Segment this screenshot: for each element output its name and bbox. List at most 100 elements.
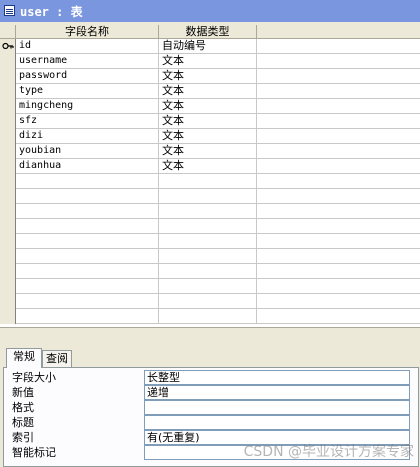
data-type-cell[interactable] bbox=[159, 174, 257, 189]
field-name-cell[interactable] bbox=[16, 264, 159, 279]
description-cell[interactable] bbox=[257, 114, 420, 129]
row-selector[interactable] bbox=[0, 84, 16, 99]
data-type-cell[interactable]: 文本 bbox=[159, 129, 257, 144]
row-selector[interactable] bbox=[0, 174, 16, 189]
data-type-cell[interactable]: 文本 bbox=[159, 54, 257, 69]
description-cell[interactable] bbox=[257, 84, 420, 99]
data-type-cell[interactable]: 文本 bbox=[159, 69, 257, 84]
field-name-cell[interactable] bbox=[16, 219, 159, 234]
property-value[interactable] bbox=[144, 415, 410, 430]
description-cell[interactable] bbox=[257, 189, 420, 204]
table-row[interactable] bbox=[0, 309, 420, 324]
property-value[interactable] bbox=[144, 400, 410, 415]
row-selector[interactable] bbox=[0, 144, 16, 159]
data-type-cell[interactable] bbox=[159, 279, 257, 294]
data-type-cell[interactable] bbox=[159, 204, 257, 219]
tab-general[interactable]: 常规 bbox=[6, 348, 42, 368]
data-type-cell[interactable]: 文本 bbox=[159, 84, 257, 99]
data-type-cell[interactable] bbox=[159, 264, 257, 279]
row-selector[interactable] bbox=[0, 204, 16, 219]
row-selector[interactable] bbox=[0, 189, 16, 204]
description-cell[interactable] bbox=[257, 54, 420, 69]
table-row[interactable]: dianhua 文本 bbox=[0, 159, 420, 174]
data-type-cell[interactable] bbox=[159, 294, 257, 309]
description-cell[interactable] bbox=[257, 234, 420, 249]
field-name-cell[interactable]: dizi bbox=[16, 129, 159, 144]
table-row[interactable] bbox=[0, 279, 420, 294]
field-name-cell[interactable]: password bbox=[16, 69, 159, 84]
field-name-cell[interactable]: youbian bbox=[16, 144, 159, 159]
table-row[interactable] bbox=[0, 174, 420, 189]
table-row[interactable]: mingcheng 文本 bbox=[0, 99, 420, 114]
table-row[interactable]: type 文本 bbox=[0, 84, 420, 99]
table-row[interactable] bbox=[0, 219, 420, 234]
description-cell[interactable] bbox=[257, 309, 420, 324]
field-name-cell[interactable] bbox=[16, 234, 159, 249]
table-row[interactable]: id 自动编号 bbox=[0, 39, 420, 54]
column-header-data-type[interactable]: 数据类型 bbox=[159, 25, 257, 39]
table-row[interactable]: username 文本 bbox=[0, 54, 420, 69]
table-row[interactable] bbox=[0, 249, 420, 264]
description-cell[interactable] bbox=[257, 129, 420, 144]
property-value[interactable]: 递增 bbox=[144, 385, 410, 400]
data-type-cell[interactable]: 文本 bbox=[159, 159, 257, 174]
row-selector[interactable] bbox=[0, 39, 16, 54]
description-cell[interactable] bbox=[257, 174, 420, 189]
row-selector[interactable] bbox=[0, 69, 16, 84]
row-selector[interactable] bbox=[0, 99, 16, 114]
field-name-cell[interactable]: mingcheng bbox=[16, 99, 159, 114]
field-name-cell[interactable] bbox=[16, 204, 159, 219]
data-type-cell[interactable]: 文本 bbox=[159, 144, 257, 159]
description-cell[interactable] bbox=[257, 294, 420, 309]
field-name-cell[interactable] bbox=[16, 294, 159, 309]
row-selector[interactable] bbox=[0, 129, 16, 144]
row-selector[interactable] bbox=[0, 219, 16, 234]
row-selector[interactable] bbox=[0, 114, 16, 129]
row-selector[interactable] bbox=[0, 294, 16, 309]
row-selector[interactable] bbox=[0, 279, 16, 294]
field-name-cell[interactable]: type bbox=[16, 84, 159, 99]
description-cell[interactable] bbox=[257, 249, 420, 264]
row-selector[interactable] bbox=[0, 54, 16, 69]
description-cell[interactable] bbox=[257, 159, 420, 174]
table-row[interactable] bbox=[0, 294, 420, 309]
table-row[interactable] bbox=[0, 189, 420, 204]
description-cell[interactable] bbox=[257, 144, 420, 159]
window-titlebar[interactable]: user : 表 bbox=[0, 0, 420, 22]
field-name-cell[interactable]: dianhua bbox=[16, 159, 159, 174]
field-name-cell[interactable]: username bbox=[16, 54, 159, 69]
field-name-cell[interactable] bbox=[16, 309, 159, 324]
row-selector[interactable] bbox=[0, 234, 16, 249]
description-cell[interactable] bbox=[257, 219, 420, 234]
data-type-cell[interactable]: 文本 bbox=[159, 114, 257, 129]
description-cell[interactable] bbox=[257, 39, 420, 54]
row-selector[interactable] bbox=[0, 309, 16, 324]
data-type-cell[interactable] bbox=[159, 189, 257, 204]
description-cell[interactable] bbox=[257, 99, 420, 114]
description-cell[interactable] bbox=[257, 279, 420, 294]
row-selector[interactable] bbox=[0, 249, 16, 264]
data-type-cell[interactable] bbox=[159, 234, 257, 249]
field-name-cell[interactable]: id bbox=[16, 39, 159, 54]
table-row[interactable]: youbian 文本 bbox=[0, 144, 420, 159]
table-row[interactable]: dizi 文本 bbox=[0, 129, 420, 144]
field-name-cell[interactable] bbox=[16, 279, 159, 294]
field-name-cell[interactable] bbox=[16, 249, 159, 264]
column-header-description[interactable] bbox=[257, 25, 420, 39]
data-type-cell[interactable] bbox=[159, 219, 257, 234]
description-cell[interactable] bbox=[257, 204, 420, 219]
row-selector[interactable] bbox=[0, 159, 16, 174]
data-type-cell[interactable] bbox=[159, 309, 257, 324]
property-value[interactable]: 长整型 bbox=[144, 370, 410, 385]
data-type-cell[interactable]: 文本 bbox=[159, 99, 257, 114]
description-cell[interactable] bbox=[257, 69, 420, 84]
table-row[interactable] bbox=[0, 234, 420, 249]
data-type-cell[interactable]: 自动编号 bbox=[159, 39, 257, 54]
field-name-cell[interactable] bbox=[16, 174, 159, 189]
grid-corner[interactable] bbox=[0, 25, 16, 39]
field-name-cell[interactable]: sfz bbox=[16, 114, 159, 129]
description-cell[interactable] bbox=[257, 264, 420, 279]
table-row[interactable]: sfz 文本 bbox=[0, 114, 420, 129]
table-row[interactable] bbox=[0, 264, 420, 279]
table-row[interactable] bbox=[0, 204, 420, 219]
